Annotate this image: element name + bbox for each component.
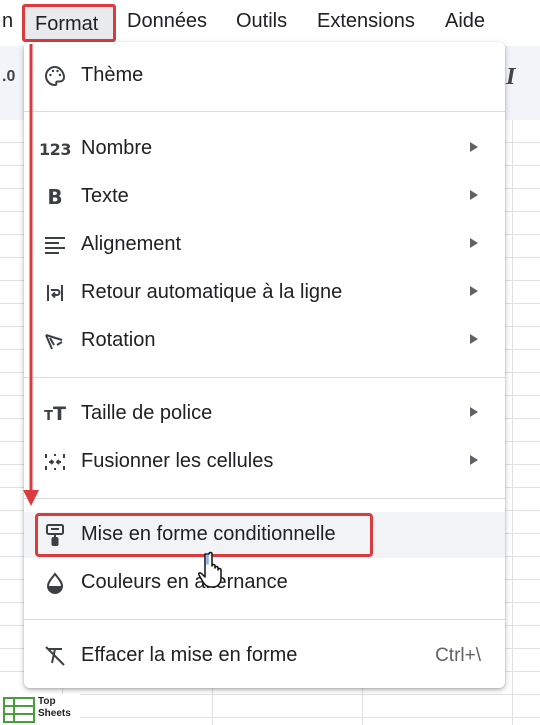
- hand-cursor-icon: [198, 551, 222, 588]
- logo-line1: Top: [38, 696, 56, 707]
- annotation-arrow-icon: [23, 44, 39, 506]
- sheets-logo-icon: [3, 697, 35, 723]
- topsheets-logo: Top Sheets: [0, 694, 80, 725]
- logo-text: Top Sheets: [38, 696, 71, 720]
- logo-line2: Sheets: [38, 708, 71, 719]
